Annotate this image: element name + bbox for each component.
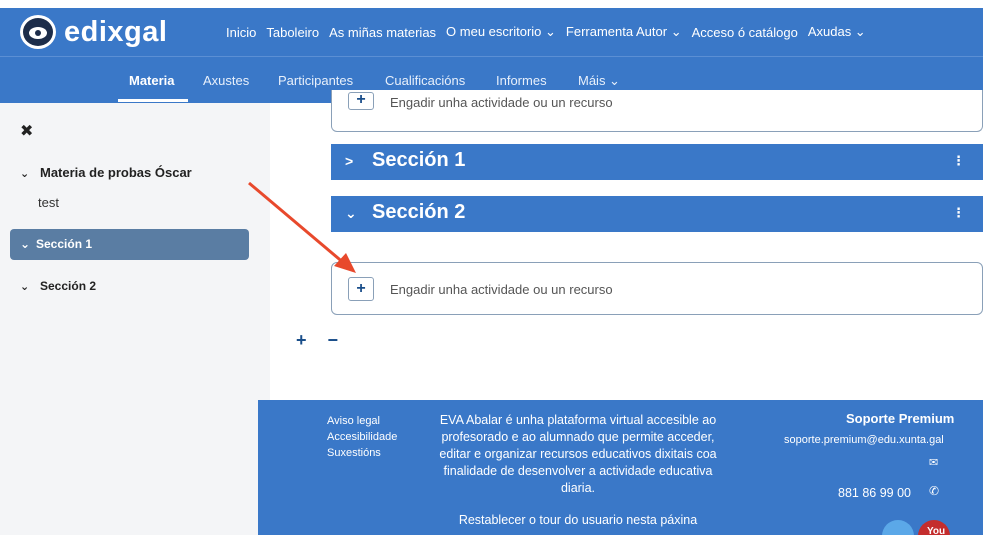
support-title: Soporte Premium	[846, 411, 955, 426]
phone-icon: ✆	[929, 484, 940, 498]
youtube-label: You	[927, 526, 946, 535]
footer-link-legal[interactable]: Aviso legal	[327, 413, 397, 429]
page-footer: Aviso legal Accesibilidade Suxestións EV…	[258, 400, 983, 535]
footer-link-accessibility[interactable]: Accesibilidade	[327, 429, 397, 445]
youtube-icon[interactable]: You	[918, 520, 950, 535]
twitter-icon[interactable]	[882, 520, 914, 535]
support-phone[interactable]: 881 86 99 00	[838, 486, 911, 500]
support-email[interactable]: soporte.premium@edu.xunta.gal	[784, 434, 944, 446]
footer-links: Aviso legal Accesibilidade Suxestións	[327, 413, 397, 461]
reset-tour-link[interactable]: Restablecer o tour do usuario nesta páxi…	[428, 513, 728, 527]
footer-link-suggestions[interactable]: Suxestións	[327, 445, 397, 461]
footer-description: EVA Abalar é unha plataforma virtual acc…	[439, 413, 717, 495]
mail-icon: ✉	[929, 457, 939, 469]
